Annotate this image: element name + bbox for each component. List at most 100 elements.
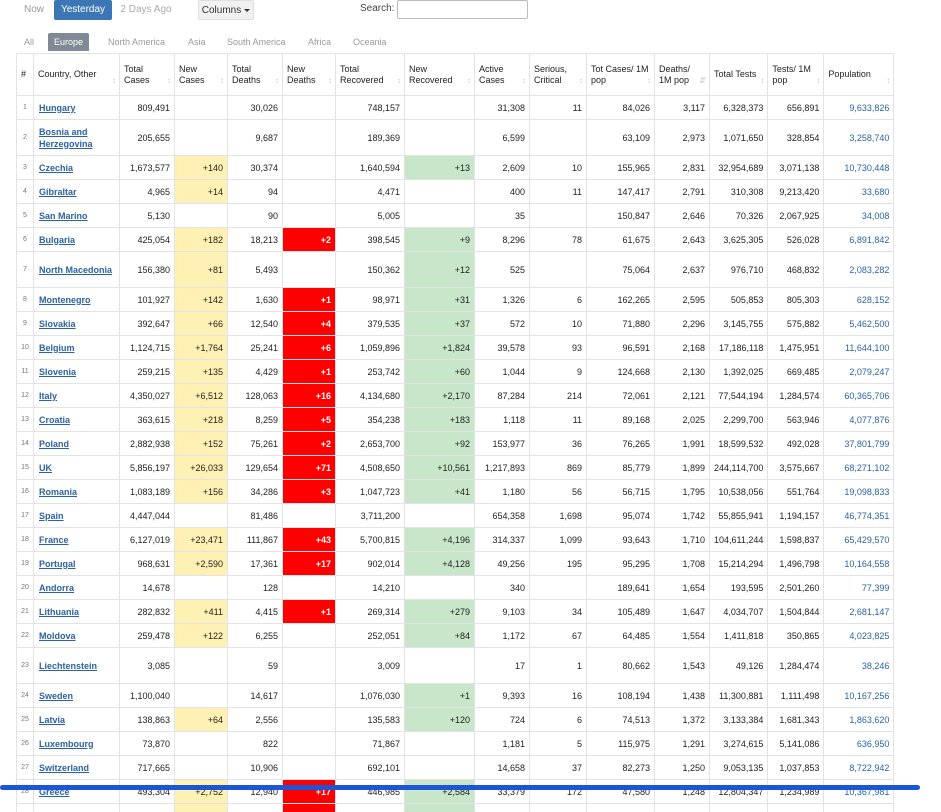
- new-recovered-cell: [404, 731, 475, 756]
- country-header[interactable]: Country, Other ↕: [33, 53, 120, 96]
- serious-critical-header[interactable]: Serious, Critical ↕: [529, 53, 587, 96]
- rank-cell: 1: [16, 95, 34, 120]
- country-link[interactable]: Slovenia: [39, 366, 115, 378]
- country-link[interactable]: Croatia: [39, 414, 115, 426]
- country-link[interactable]: Poland: [39, 438, 115, 450]
- country-link[interactable]: Slovakia: [39, 318, 115, 330]
- serious-critical-cell: 5: [529, 731, 587, 756]
- total-recovered-header[interactable]: Total Recovered ↕: [335, 53, 405, 96]
- country-link[interactable]: Andorra: [39, 582, 115, 594]
- tests-per-million-header[interactable]: Tests/ 1M pop ↕: [767, 53, 825, 96]
- deaths-per-million-cell: 2,637: [654, 251, 710, 288]
- tab-oceania[interactable]: Oceania: [347, 33, 393, 51]
- table-row: 7 North Macedonia 156,380 +81 5,493 150,362 +1…: [16, 251, 895, 288]
- total-deaths-cell: 90: [227, 203, 283, 228]
- country-link[interactable]: Bulgaria: [39, 234, 115, 246]
- total-deaths-header[interactable]: Total Deaths ↕: [227, 53, 283, 96]
- new-deaths-header[interactable]: New Deaths ↕: [282, 53, 336, 96]
- cases-per-million-cell: 80,662: [586, 647, 655, 684]
- cases-per-million-header[interactable]: Tot Cases/ 1M pop ↕: [586, 53, 655, 96]
- active-cases-header[interactable]: Active Cases ↕: [474, 53, 530, 96]
- deaths-per-million-cell: 1,647: [654, 599, 710, 624]
- new-cases-cell: +411: [174, 599, 228, 624]
- tests-per-million-cell: 1,681,343: [767, 707, 825, 732]
- country-link[interactable]: Belgium: [39, 342, 115, 354]
- new-recovered-header[interactable]: New Recovered ↕: [404, 53, 475, 96]
- country-link[interactable]: Liechtenstein: [39, 660, 115, 672]
- country-link[interactable]: Switzerland: [39, 762, 115, 774]
- tab-africa[interactable]: Africa: [302, 33, 337, 51]
- country-link[interactable]: Bosnia and Herzegovina: [39, 126, 115, 150]
- total-recovered-cell: 189,369: [335, 119, 405, 156]
- total-deaths-cell: 18,213: [227, 227, 283, 252]
- column-label: Tot Cases/ 1M pop: [591, 63, 649, 85]
- total-cases-cell: 968,631: [119, 551, 175, 576]
- country-link[interactable]: Moldova: [39, 630, 115, 642]
- country-cell: Italy: [33, 383, 120, 408]
- country-link[interactable]: Romania: [39, 486, 115, 498]
- country-link[interactable]: France: [39, 534, 115, 546]
- yesterday-button[interactable]: Yesterday: [54, 0, 112, 20]
- tab-north-america[interactable]: North America: [102, 33, 171, 51]
- table-row: 11 Slovenia 259,215 +135 4,429 +1 253,742 +60 1,…: [16, 359, 895, 384]
- population-cell: 10,367,981: [823, 779, 895, 804]
- active-cases-cell: 724: [474, 707, 530, 732]
- country-link[interactable]: Italy: [39, 390, 115, 402]
- column-label: #: [21, 69, 27, 79]
- new-deaths-cell: [282, 647, 336, 684]
- total-deaths-cell: 822: [227, 731, 283, 756]
- new-cases-header[interactable]: New Cases ↕: [174, 53, 228, 96]
- new-cases-cell: +1,764: [174, 335, 228, 360]
- country-link[interactable]: Czechia: [39, 162, 115, 174]
- country-cell: Moldova: [33, 623, 120, 648]
- deaths-per-million-cell: 2,791: [654, 179, 710, 204]
- rank-header[interactable]: #: [16, 53, 34, 96]
- columns-dropdown[interactable]: Columns: [198, 0, 254, 20]
- country-cell: Lithuania: [33, 599, 120, 624]
- deaths-per-million-header[interactable]: Deaths/ 1M pop ⇵: [654, 53, 710, 96]
- country-link[interactable]: Portugal: [39, 558, 115, 570]
- country-link[interactable]: North Macedonia: [39, 264, 115, 276]
- tab-all[interactable]: All: [18, 33, 40, 51]
- country-link[interactable]: Sweden: [39, 690, 115, 702]
- new-cases-cell: +26,033: [174, 455, 228, 480]
- active-cases-cell: 1,172: [474, 623, 530, 648]
- country-link[interactable]: Luxembourg: [39, 738, 115, 750]
- sort-icon: ↕: [760, 76, 765, 85]
- country-link[interactable]: Latvia: [39, 714, 115, 726]
- cases-per-million-cell: 147,417: [586, 179, 655, 204]
- total-tests-header[interactable]: Total Tests ↕: [708, 53, 769, 96]
- active-cases-cell: 2,609: [474, 155, 530, 180]
- cases-per-million-cell: 56,715: [586, 479, 655, 504]
- country-link[interactable]: Gibraltar: [39, 186, 115, 198]
- total-cases-header[interactable]: Total Cases ↕: [119, 53, 175, 96]
- country-cell: Luxembourg: [33, 731, 120, 756]
- total-recovered-cell: 150,362: [335, 251, 405, 288]
- active-cases-cell: 6,599: [474, 119, 530, 156]
- country-link[interactable]: Spain: [39, 510, 115, 522]
- deaths-per-million-cell: 2,831: [654, 155, 710, 180]
- new-deaths-cell: +43: [282, 527, 336, 552]
- country-link[interactable]: Hungary: [39, 102, 115, 114]
- tests-per-million-cell: 261,950: [767, 803, 825, 812]
- two-days-ago-button[interactable]: 2 Days Ago: [114, 0, 178, 20]
- country-cell: Romania: [33, 479, 120, 504]
- tab-south-america[interactable]: South America: [221, 33, 292, 51]
- total-recovered-cell: 692,101: [335, 755, 405, 780]
- now-button[interactable]: Now: [14, 0, 54, 20]
- total-tests-cell: 15,214,294: [708, 551, 769, 576]
- rank-cell: 7: [16, 251, 34, 288]
- sort-icon: ↕: [167, 76, 171, 85]
- tests-per-million-cell: 1,475,951: [767, 335, 825, 360]
- total-deaths-cell: 2,556: [227, 707, 283, 732]
- population-header[interactable]: Population ↕: [823, 53, 895, 96]
- tab-asia[interactable]: Asia: [182, 33, 212, 51]
- new-recovered-cell: [404, 575, 475, 600]
- country-link[interactable]: San Marino: [39, 210, 115, 222]
- total-recovered-cell: 135,583: [335, 707, 405, 732]
- search-input[interactable]: [397, 0, 528, 19]
- country-link[interactable]: UK: [39, 462, 115, 474]
- country-link[interactable]: Montenegro: [39, 294, 115, 306]
- country-link[interactable]: Lithuania: [39, 606, 115, 618]
- tab-europe[interactable]: Europe: [48, 33, 90, 51]
